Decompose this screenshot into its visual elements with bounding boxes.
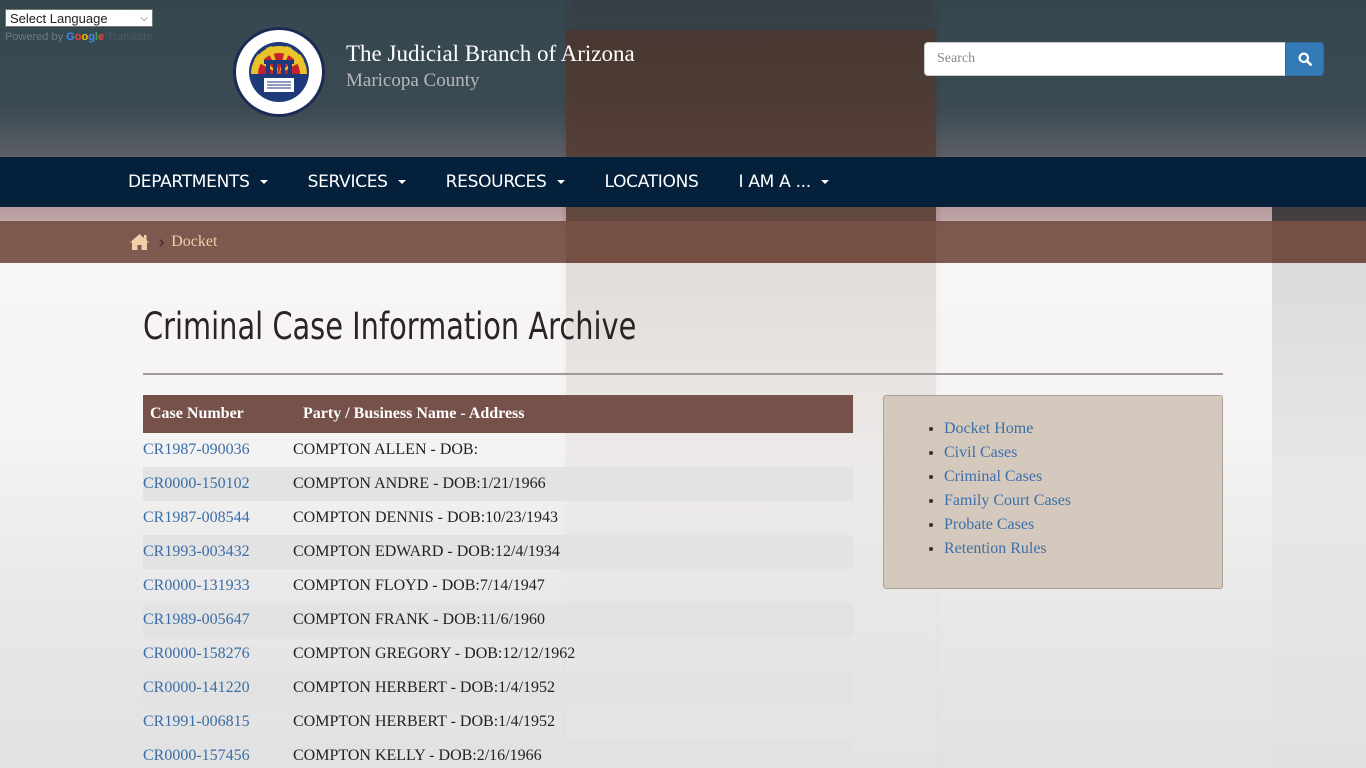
google-translate-widget: Select Language ⌵ Powered by Google Tran… [5, 9, 153, 43]
table-row: CR1987-008544 COMPTON DENNIS - DOB:10/23/… [143, 501, 853, 535]
party-name-cell: COMPTON GREGORY - DOB:12/12/1962 [293, 645, 576, 662]
home-icon[interactable] [129, 233, 150, 251]
table-header-row: Case Number Party / Business Name - Addr… [143, 395, 853, 433]
docket-link[interactable]: Civil Cases [944, 444, 1017, 461]
docket-link[interactable]: Family Court Cases [944, 492, 1071, 509]
case-number-link[interactable]: CR0000-157456 [143, 747, 250, 764]
caret-down-icon [820, 180, 829, 184]
party-name-cell: COMPTON HERBERT - DOB:1/4/1952 [293, 713, 556, 730]
page-title: Criminal Case Information Archive [143, 305, 637, 348]
nav-resources[interactable]: RESOURCES [446, 172, 565, 192]
party-name-cell: COMPTON ANDRE - DOB:1/21/1966 [293, 475, 546, 492]
nav-i-am-a-label: I AM A ... [738, 172, 812, 192]
table-row: CR0000-150102 COMPTON ANDRE - DOB:1/21/19… [143, 467, 853, 501]
site-title[interactable]: The Judicial Branch of Arizona Maricopa … [346, 41, 635, 92]
case-number-link[interactable]: CR0000-150102 [143, 475, 250, 492]
google-logo: Google [66, 31, 105, 43]
case-number-link[interactable]: CR0000-131933 [143, 577, 250, 594]
case-number-link[interactable]: CR1987-090036 [143, 441, 250, 458]
caret-down-icon [556, 180, 565, 184]
nav-locations-label: LOCATIONS [604, 172, 699, 192]
case-number-link[interactable]: CR1987-008544 [143, 509, 250, 526]
language-select-label: Select Language [10, 10, 108, 26]
party-name-cell: COMPTON HERBERT - DOB:1/4/1952 [293, 679, 556, 696]
docket-link-item: Retention Rules [944, 537, 1222, 561]
party-name-cell: COMPTON EDWARD - DOB:12/4/1934 [293, 543, 560, 560]
case-number-link[interactable]: CR1989-005647 [143, 611, 250, 628]
nav-departments-label: DEPARTMENTS [128, 172, 250, 192]
chevron-down-icon: ⌵ [140, 12, 148, 24]
docket-link-item: Probate Cases [944, 513, 1222, 537]
site-title-county: Maricopa County [346, 70, 480, 91]
site-search [924, 42, 1324, 76]
search-icon [1298, 52, 1312, 66]
court-seal-logo[interactable] [233, 27, 325, 117]
column-header-case-number: Case Number [150, 405, 244, 422]
site-title-main: The Judicial Branch of Arizona [346, 41, 635, 66]
case-number-link[interactable]: CR1991-006815 [143, 713, 250, 730]
case-results-table: Case Number Party / Business Name - Addr… [143, 395, 853, 768]
docket-links-list: Docket Home Civil Cases Criminal Cases Fami… [944, 417, 1222, 561]
case-number-cell: CR0000-141220 [143, 671, 293, 705]
case-number-cell: CR1991-006815 [143, 705, 293, 739]
caret-down-icon [397, 180, 406, 184]
party-name-cell: COMPTON FRANK - DOB:11/6/1960 [293, 611, 546, 628]
nav-services-label: SERVICES [307, 172, 388, 192]
docket-link[interactable]: Retention Rules [944, 540, 1047, 557]
docket-link[interactable]: Docket Home [944, 420, 1033, 437]
case-number-cell: CR0000-150102 [143, 467, 293, 501]
powered-by-text: Powered by [5, 31, 64, 43]
table-row: CR1993-003432 COMPTON EDWARD - DOB:12/4/1… [143, 535, 853, 569]
case-number-cell: CR0000-131933 [143, 569, 293, 603]
case-number-cell: CR1987-090036 [143, 433, 293, 467]
breadcrumb-current: Docket [171, 233, 218, 250]
docket-link[interactable]: Probate Cases [944, 516, 1034, 533]
case-number-cell: CR1987-008544 [143, 501, 293, 535]
powered-by-google: Powered by Google Translate [5, 31, 153, 43]
docket-link-item: Family Court Cases [944, 489, 1222, 513]
table-row: CR1987-090036 COMPTON ALLEN - DOB: [143, 433, 853, 467]
docket-link-item: Criminal Cases [944, 465, 1222, 489]
party-name-cell: COMPTON ALLEN - DOB: [293, 441, 479, 458]
nav-services[interactable]: SERVICES [308, 172, 406, 192]
nav-departments[interactable]: DEPARTMENTS [128, 172, 268, 192]
breadcrumb-separator-icon: › [158, 231, 166, 253]
case-number-cell: CR0000-157456 [143, 739, 293, 768]
case-number-link[interactable]: CR0000-158276 [143, 645, 250, 662]
table-row: CR0000-157456 COMPTON KELLY - DOB:2/16/19… [143, 739, 853, 768]
nav-resources-label: RESOURCES [445, 172, 547, 192]
docket-link-item: Civil Cases [944, 441, 1222, 465]
caret-down-icon [259, 180, 268, 184]
title-divider [143, 373, 1223, 375]
docket-link-item: Docket Home [944, 417, 1222, 441]
docket-link[interactable]: Criminal Cases [944, 468, 1042, 485]
main-navigation: DEPARTMENTS SERVICES RESOURCES LOCATIONS… [0, 157, 1366, 207]
party-name-cell: COMPTON DENNIS - DOB:10/23/1943 [293, 509, 559, 526]
docket-links-panel: Docket Home Civil Cases Criminal Cases Fami… [883, 395, 1223, 589]
table-row: CR0000-141220 COMPTON HERBERT - DOB:1/4/1… [143, 671, 853, 705]
column-header-party: Party / Business Name - Address [303, 405, 525, 422]
case-number-cell: CR1993-003432 [143, 535, 293, 569]
case-number-link[interactable]: CR1993-003432 [143, 543, 250, 560]
case-number-cell: CR0000-158276 [143, 637, 293, 671]
language-select[interactable]: Select Language ⌵ [5, 9, 153, 27]
table-row: CR0000-131933 COMPTON FLOYD - DOB:7/14/19… [143, 569, 853, 603]
search-button[interactable] [1285, 42, 1324, 76]
search-input[interactable] [924, 42, 1285, 76]
translate-link[interactable]: Translate [107, 31, 152, 43]
table-row: CR0000-158276 COMPTON GREGORY - DOB:12/12… [143, 637, 853, 671]
table-row: CR1991-006815 COMPTON HERBERT - DOB:1/4/1… [143, 705, 853, 739]
nav-locations[interactable]: LOCATIONS [605, 172, 699, 192]
party-name-cell: COMPTON KELLY - DOB:2/16/1966 [293, 747, 542, 764]
case-number-link[interactable]: CR0000-141220 [143, 679, 250, 696]
party-name-cell: COMPTON FLOYD - DOB:7/14/1947 [293, 577, 545, 594]
case-number-cell: CR1989-005647 [143, 603, 293, 637]
breadcrumb: › Docket [0, 221, 1366, 263]
table-row: CR1989-005647 COMPTON FRANK - DOB:11/6/19… [143, 603, 853, 637]
nav-i-am-a[interactable]: I AM A ... [739, 172, 829, 192]
